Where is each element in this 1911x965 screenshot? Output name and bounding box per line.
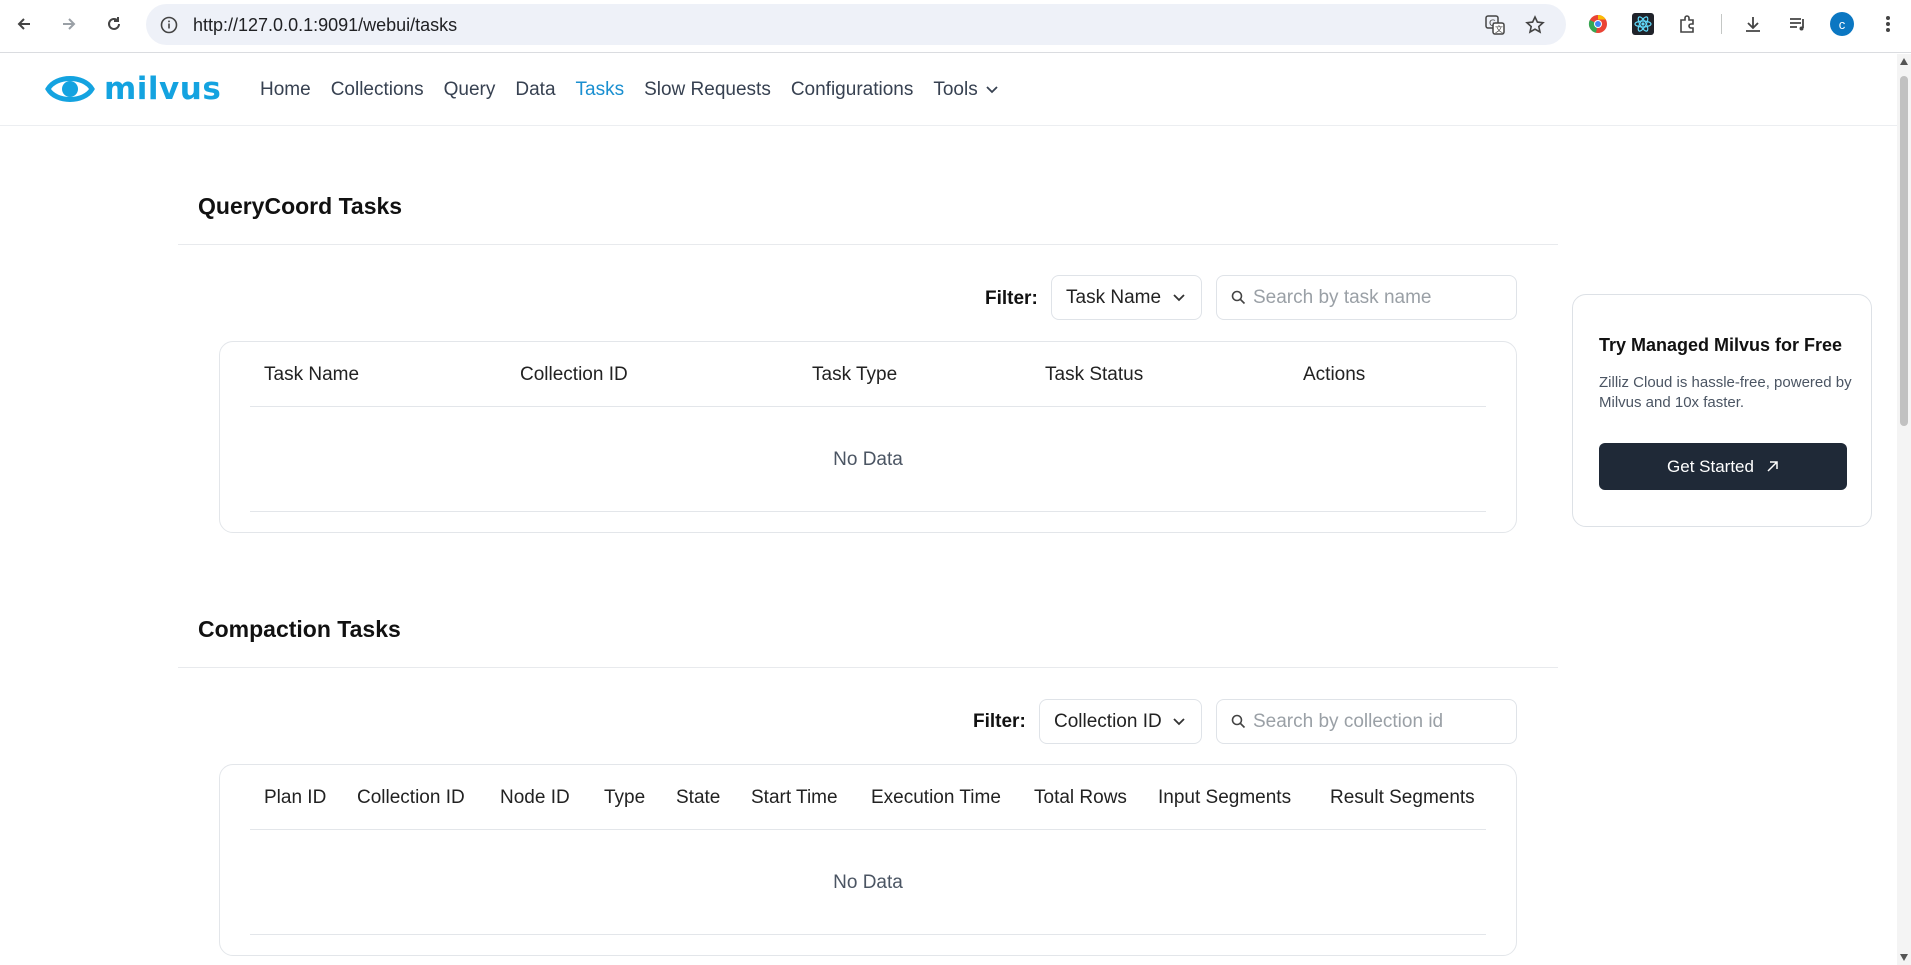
nav-tools[interactable]: Tools xyxy=(933,79,999,101)
compaction-table: Plan ID Collection ID Node ID Type State… xyxy=(219,764,1517,956)
column-header[interactable]: Collection ID xyxy=(520,364,628,386)
querycoord-title: QueryCoord Tasks xyxy=(198,193,403,219)
chevron-down-icon xyxy=(1173,718,1185,726)
column-header[interactable]: Task Status xyxy=(1045,364,1143,386)
logo-text: milvus xyxy=(104,71,222,107)
querycoord-search[interactable] xyxy=(1216,275,1517,320)
page-scrollbar[interactable] xyxy=(1897,54,1911,965)
search-icon xyxy=(1231,290,1246,305)
column-header[interactable]: Task Type xyxy=(812,364,897,386)
main-nav: Home Collections Query Data Tasks Slow R… xyxy=(260,79,1020,101)
arrow-right-icon xyxy=(63,18,76,30)
scroll-up-arrow-icon[interactable] xyxy=(1900,58,1908,65)
nav-tools-label: Tools xyxy=(933,79,978,100)
column-header[interactable]: Actions xyxy=(1303,364,1365,386)
translate-icon[interactable]: G文 xyxy=(1482,12,1508,38)
querycoord-filter-label: Filter: xyxy=(985,288,1038,309)
empty-state: No Data xyxy=(250,408,1486,512)
querycoord-filter-select[interactable]: Task Name xyxy=(1051,275,1202,320)
nav-query[interactable]: Query xyxy=(444,79,496,101)
site-info-icon[interactable] xyxy=(156,12,182,38)
column-header[interactable]: Plan ID xyxy=(264,787,326,809)
nav-home[interactable]: Home xyxy=(260,79,311,101)
address-bar[interactable]: http://127.0.0.1:9091/webui/tasks G文 xyxy=(146,4,1566,45)
querycoord-table: Task Name Collection ID Task Type Task S… xyxy=(219,341,1517,533)
section-divider xyxy=(178,244,1558,245)
nav-data[interactable]: Data xyxy=(515,79,555,101)
browser-menu-icon[interactable] xyxy=(1874,10,1902,38)
table-header: Plan ID Collection ID Node ID Type State… xyxy=(250,765,1486,830)
nav-slow-requests[interactable]: Slow Requests xyxy=(644,79,771,101)
media-playlist-icon[interactable] xyxy=(1784,10,1812,38)
arrow-left-icon xyxy=(17,18,30,30)
chrome-extension-icon[interactable] xyxy=(1584,10,1612,38)
chevron-down-icon xyxy=(1173,294,1185,302)
compaction-filter-label: Filter: xyxy=(973,711,1026,732)
column-header[interactable]: Input Segments xyxy=(1158,787,1291,809)
promo-card: Try Managed Milvus for Free Zilliz Cloud… xyxy=(1572,294,1872,527)
url-text: http://127.0.0.1:9091/webui/tasks xyxy=(193,15,458,35)
react-devtools-icon[interactable] xyxy=(1629,10,1657,38)
bookmark-star-icon[interactable] xyxy=(1522,12,1548,38)
app-header: milvus Home Collections Query Data Tasks… xyxy=(0,54,1897,126)
column-header[interactable]: Total Rows xyxy=(1034,787,1127,809)
promo-title: Try Managed Milvus for Free xyxy=(1599,335,1843,355)
querycoord-filter-value: Task Name xyxy=(1066,286,1162,308)
get-started-label: Get Started xyxy=(1667,456,1754,476)
nav-collections[interactable]: Collections xyxy=(331,79,424,101)
get-started-button[interactable]: Get Started xyxy=(1599,443,1847,490)
column-header[interactable]: Result Segments xyxy=(1330,787,1475,809)
section-divider xyxy=(178,667,1558,668)
svg-text:文: 文 xyxy=(1495,24,1503,34)
nav-configurations[interactable]: Configurations xyxy=(791,79,914,101)
compaction-title: Compaction Tasks xyxy=(198,616,401,642)
milvus-logo[interactable]: milvus xyxy=(44,67,221,111)
column-header[interactable]: Start Time xyxy=(751,787,838,809)
empty-state: No Data xyxy=(250,831,1486,935)
promo-description: Zilliz Cloud is hassle-free, powered by … xyxy=(1599,374,1852,411)
profile-avatar[interactable]: c xyxy=(1830,12,1854,36)
milvus-eye-icon xyxy=(45,76,95,102)
extensions-puzzle-icon[interactable] xyxy=(1674,10,1702,38)
chevron-down-icon xyxy=(986,86,998,94)
search-icon xyxy=(1231,714,1246,729)
column-header[interactable]: Task Name xyxy=(264,364,359,386)
querycoord-search-input[interactable] xyxy=(1253,276,1493,319)
column-header[interactable]: Node ID xyxy=(500,787,570,809)
compaction-filter-value: Collection ID xyxy=(1054,710,1162,732)
compaction-search-input[interactable] xyxy=(1253,700,1493,743)
nav-tasks[interactable]: Tasks xyxy=(576,79,625,101)
column-header[interactable]: Execution Time xyxy=(871,787,1001,809)
back-button[interactable] xyxy=(10,10,38,38)
table-header: Task Name Collection ID Task Type Task S… xyxy=(250,342,1486,407)
scroll-down-arrow-icon[interactable] xyxy=(1900,954,1908,961)
external-arrow-icon xyxy=(1766,460,1779,473)
browser-toolbar: http://127.0.0.1:9091/webui/tasks G文 c xyxy=(0,0,1911,53)
compaction-search[interactable] xyxy=(1216,699,1517,744)
column-header[interactable]: State xyxy=(676,787,720,809)
reload-icon xyxy=(108,17,120,30)
forward-button[interactable] xyxy=(55,10,83,38)
scroll-thumb[interactable] xyxy=(1900,76,1908,426)
compaction-filter-select[interactable]: Collection ID xyxy=(1039,699,1202,744)
reload-button[interactable] xyxy=(100,10,128,38)
column-header[interactable]: Collection ID xyxy=(357,787,465,809)
column-header[interactable]: Type xyxy=(604,787,645,809)
download-icon[interactable] xyxy=(1739,10,1767,38)
